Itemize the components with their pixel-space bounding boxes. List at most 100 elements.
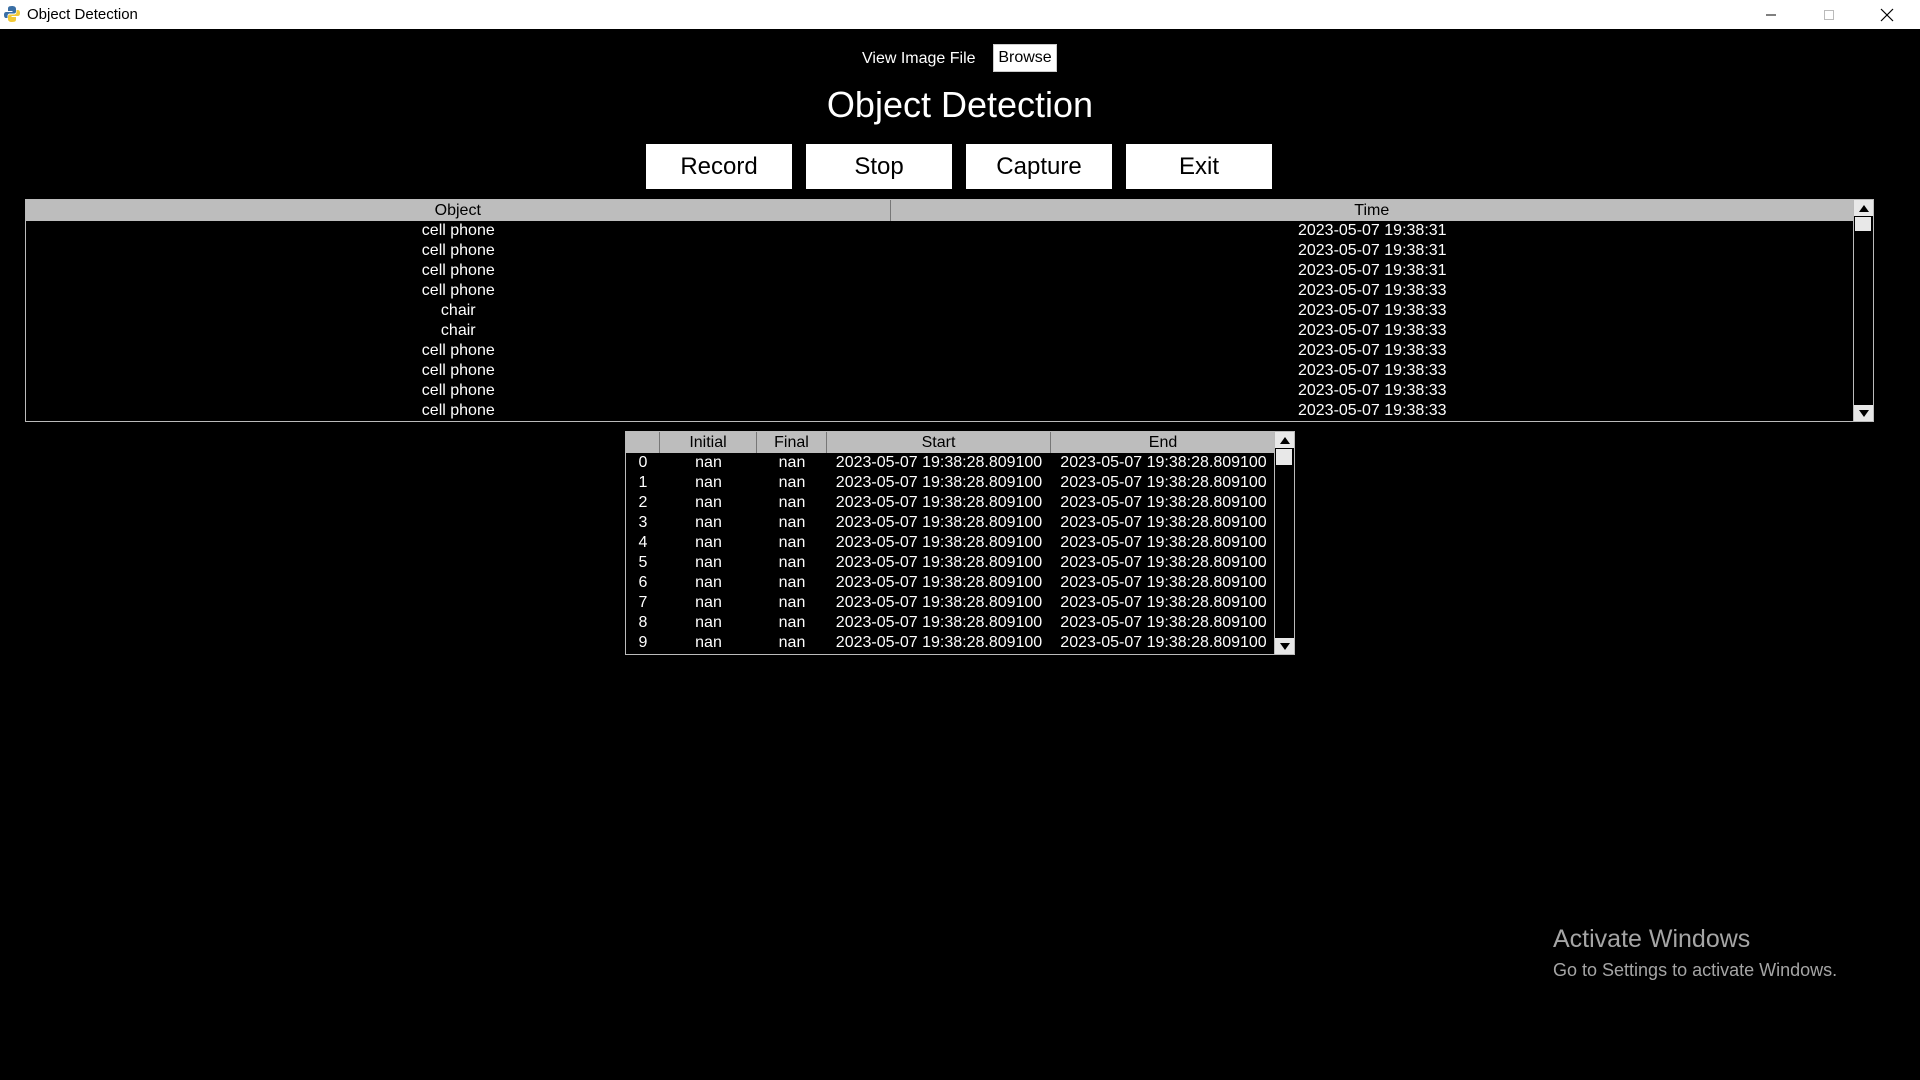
capture-button[interactable]: Capture xyxy=(966,144,1112,189)
watermark-subtitle: Go to Settings to activate Windows. xyxy=(1553,960,1838,980)
column-header-index[interactable] xyxy=(626,432,660,453)
table-row[interactable]: cell phone 2023-05-07 19:38:33 xyxy=(26,381,1854,401)
object-cell: cell phone xyxy=(421,362,495,379)
initial-cell: nan xyxy=(695,554,722,571)
detections-scrollbar[interactable] xyxy=(1853,200,1873,421)
browse-button[interactable]: Browse xyxy=(993,44,1057,72)
initial-cell: nan xyxy=(695,514,722,531)
time-cell: 2023-05-07 19:38:33 xyxy=(1297,382,1447,399)
minimize-button[interactable] xyxy=(1742,0,1800,29)
start-cell: 2023-05-07 19:38:28.809100 xyxy=(835,634,1043,651)
initial-cell: nan xyxy=(695,454,722,471)
maximize-button[interactable] xyxy=(1800,0,1858,29)
object-cell: cell phone xyxy=(421,262,495,279)
maximize-icon xyxy=(1824,9,1834,20)
table-row[interactable]: cell phone 2023-05-07 19:38:33 xyxy=(26,401,1854,421)
table-row[interactable]: cell phone 2023-05-07 19:38:31 xyxy=(26,221,1854,241)
table-row[interactable]: cell phone 2023-05-07 19:38:33 xyxy=(26,361,1854,381)
stop-button[interactable]: Stop xyxy=(806,144,952,189)
column-header-start[interactable]: Start xyxy=(827,432,1051,453)
initial-cell: nan xyxy=(695,634,722,651)
object-cell: cell phone xyxy=(421,282,495,299)
object-cell: cell phone xyxy=(421,382,495,399)
initial-cell: nan xyxy=(695,494,722,511)
scroll-thumb[interactable] xyxy=(1855,217,1871,231)
record-button[interactable]: Record xyxy=(646,144,792,189)
start-cell: 2023-05-07 19:38:28.809100 xyxy=(835,474,1043,491)
scroll-up-arrow[interactable] xyxy=(1854,200,1873,216)
python-icon xyxy=(4,6,20,22)
close-button[interactable] xyxy=(1858,0,1916,29)
start-cell: 2023-05-07 19:38:28.809100 xyxy=(835,594,1043,611)
object-cell: cell phone xyxy=(421,342,495,359)
index-cell: 6 xyxy=(638,574,648,591)
table-row[interactable]: chair 2023-05-07 19:38:33 xyxy=(26,321,1854,341)
initial-cell: nan xyxy=(695,474,722,491)
page-title: Object Detection xyxy=(826,84,1094,125)
detections-table-header: Object Time xyxy=(26,200,1854,221)
motion-scrollbar[interactable] xyxy=(1274,432,1294,654)
column-header-time[interactable]: Time xyxy=(891,200,1854,221)
end-cell: 2023-05-07 19:38:28.809100 xyxy=(1060,474,1267,491)
scroll-thumb[interactable] xyxy=(1276,449,1292,465)
table-row[interactable]: 8 nan nan 2023-05-07 19:38:28.809100 2023-05… xyxy=(626,613,1276,633)
start-cell: 2023-05-07 19:38:28.809100 xyxy=(835,494,1043,511)
start-cell: 2023-05-07 19:38:28.809100 xyxy=(835,574,1043,591)
column-header-final[interactable]: Final xyxy=(757,432,827,453)
window-title: Object Detection xyxy=(27,6,138,23)
initial-cell: nan xyxy=(695,614,722,631)
table-row[interactable]: cell phone 2023-05-07 19:38:31 xyxy=(26,241,1854,261)
time-cell: 2023-05-07 19:38:33 xyxy=(1297,402,1447,419)
final-cell: nan xyxy=(778,614,806,631)
detections-table[interactable]: Object Time cell phone 2023-05-07 19:38:3… xyxy=(25,199,1874,422)
scroll-down-arrow[interactable] xyxy=(1854,405,1873,421)
scroll-down-arrow[interactable] xyxy=(1275,638,1294,654)
view-image-label: View Image File xyxy=(862,50,976,67)
final-cell: nan xyxy=(778,494,806,511)
chevron-down-icon xyxy=(1279,642,1290,650)
final-cell: nan xyxy=(778,514,806,531)
table-row[interactable]: 3 nan nan 2023-05-07 19:38:28.809100 2023-05… xyxy=(626,513,1276,533)
exit-button[interactable]: Exit xyxy=(1126,144,1272,189)
time-cell: 2023-05-07 19:38:31 xyxy=(1297,262,1447,279)
activate-windows-watermark: Activate Windows Go to Settings to activ… xyxy=(1553,925,1837,981)
start-cell: 2023-05-07 19:38:28.809100 xyxy=(835,554,1043,571)
table-row[interactable]: cell phone 2023-05-07 19:38:33 xyxy=(26,281,1854,301)
table-row[interactable]: 2 nan nan 2023-05-07 19:38:28.809100 2023-05… xyxy=(626,493,1276,513)
table-row[interactable]: chair 2023-05-07 19:38:33 xyxy=(26,301,1854,321)
scroll-up-arrow[interactable] xyxy=(1275,432,1294,448)
table-row[interactable]: 6 nan nan 2023-05-07 19:38:28.809100 2023-05… xyxy=(626,573,1276,593)
column-header-end[interactable]: End xyxy=(1051,432,1276,453)
motion-table[interactable]: Initial Final Start End 0 nan nan 2023-05-0… xyxy=(625,431,1295,655)
table-row[interactable]: 9 nan nan 2023-05-07 19:38:28.809100 2023-05… xyxy=(626,633,1276,653)
watermark-title: Activate Windows xyxy=(1553,925,1751,953)
column-header-object[interactable]: Object xyxy=(26,200,891,221)
object-cell: chair xyxy=(440,302,476,319)
final-cell: nan xyxy=(778,594,806,611)
table-row[interactable]: 7 nan nan 2023-05-07 19:38:28.809100 2023-05… xyxy=(626,593,1276,613)
index-cell: 3 xyxy=(638,514,648,531)
initial-cell: nan xyxy=(695,594,722,611)
detections-table-body: cell phone 2023-05-07 19:38:31 cell phone 2… xyxy=(26,221,1873,421)
final-cell: nan xyxy=(778,454,806,471)
end-cell: 2023-05-07 19:38:28.809100 xyxy=(1060,634,1267,651)
table-row[interactable]: cell phone 2023-05-07 19:38:31 xyxy=(26,261,1854,281)
table-row[interactable]: 5 nan nan 2023-05-07 19:38:28.809100 2023-05… xyxy=(626,553,1276,573)
table-row[interactable]: 0 nan nan 2023-05-07 19:38:28.809100 2023-05… xyxy=(626,453,1276,473)
minimize-icon xyxy=(1766,14,1776,15)
time-cell: 2023-05-07 19:38:33 xyxy=(1297,302,1447,319)
end-cell: 2023-05-07 19:38:28.809100 xyxy=(1060,594,1267,611)
motion-table-body: 0 nan nan 2023-05-07 19:38:28.809100 2023-05… xyxy=(626,453,1294,653)
column-header-initial[interactable]: Initial xyxy=(660,432,757,453)
table-row[interactable]: 4 nan nan 2023-05-07 19:38:28.809100 2023-05… xyxy=(626,533,1276,553)
index-cell: 7 xyxy=(638,594,648,611)
object-cell: chair xyxy=(440,322,476,339)
end-cell: 2023-05-07 19:38:28.809100 xyxy=(1060,574,1267,591)
table-row[interactable]: 1 nan nan 2023-05-07 19:38:28.809100 2023-05… xyxy=(626,473,1276,493)
table-row[interactable]: cell phone 2023-05-07 19:38:33 xyxy=(26,341,1854,361)
end-cell: 2023-05-07 19:38:28.809100 xyxy=(1060,554,1267,571)
index-cell: 1 xyxy=(638,474,648,491)
index-cell: 0 xyxy=(638,454,648,471)
window-titlebar: Object Detection xyxy=(0,0,1920,29)
chevron-up-icon xyxy=(1858,204,1869,212)
